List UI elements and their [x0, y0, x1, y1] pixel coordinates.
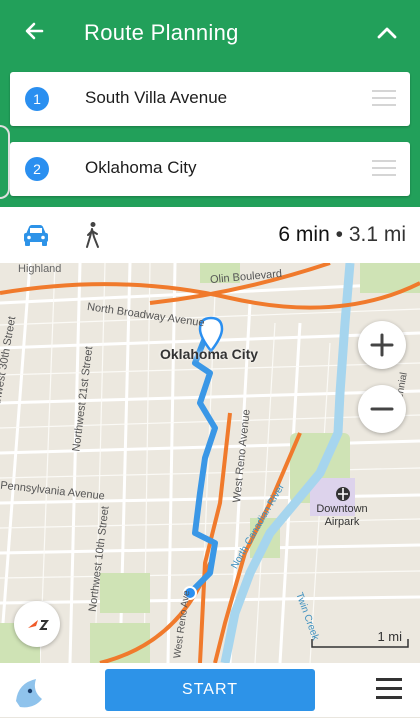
- waypoint-number: 1: [25, 87, 49, 111]
- start-button[interactable]: START: [105, 669, 315, 711]
- map-label: Oklahoma City: [160, 346, 259, 362]
- separator-dot: •: [335, 223, 343, 246]
- map-label: Downtown Airpark: [316, 503, 368, 528]
- minus-icon: [370, 407, 394, 411]
- side-handle[interactable]: [0, 125, 10, 199]
- drag-handle-icon[interactable]: [372, 90, 396, 108]
- scale-label: 1 mi: [377, 629, 402, 644]
- map-canvas: [0, 263, 420, 663]
- route-distance: 3.1 mi: [348, 223, 406, 246]
- route-time: 6 min: [278, 223, 330, 246]
- drag-handle-icon[interactable]: [372, 160, 396, 178]
- bottom-bar: START: [0, 663, 420, 717]
- mascot-icon[interactable]: [14, 671, 56, 713]
- compass-button[interactable]: [14, 601, 60, 647]
- walking-icon[interactable]: [84, 221, 102, 249]
- map-scale: 1 mi: [310, 629, 410, 649]
- waypoint-number: 2: [25, 157, 49, 181]
- zoom-in-button[interactable]: [358, 321, 406, 369]
- chevron-up-icon[interactable]: [372, 18, 402, 48]
- route-planning-header: Route Planning 1 South Villa Avenue 2 Ok…: [0, 0, 420, 207]
- zoom-out-button[interactable]: [358, 385, 406, 433]
- page-title: Route Planning: [84, 20, 239, 45]
- compass-icon: [28, 620, 49, 630]
- start-location-text: South Villa Avenue: [85, 88, 228, 107]
- top-bar: Route Planning: [0, 0, 420, 66]
- route-summary: 6 min • 3.1 mi: [278, 223, 406, 247]
- start-location-field[interactable]: 1 South Villa Avenue: [10, 72, 410, 126]
- back-arrow-icon[interactable]: [20, 16, 50, 46]
- destination-text: Oklahoma City: [85, 158, 197, 177]
- route-map[interactable]: Highland Olin Boulevard North Broadway A…: [0, 263, 420, 663]
- menu-icon[interactable]: [376, 678, 402, 700]
- plus-icon: [370, 333, 394, 357]
- travel-mode-bar: 6 min • 3.1 mi: [0, 207, 420, 263]
- car-icon[interactable]: [22, 222, 50, 248]
- destination-field[interactable]: 2 Oklahoma City: [10, 142, 410, 196]
- map-label: Highland: [18, 263, 62, 275]
